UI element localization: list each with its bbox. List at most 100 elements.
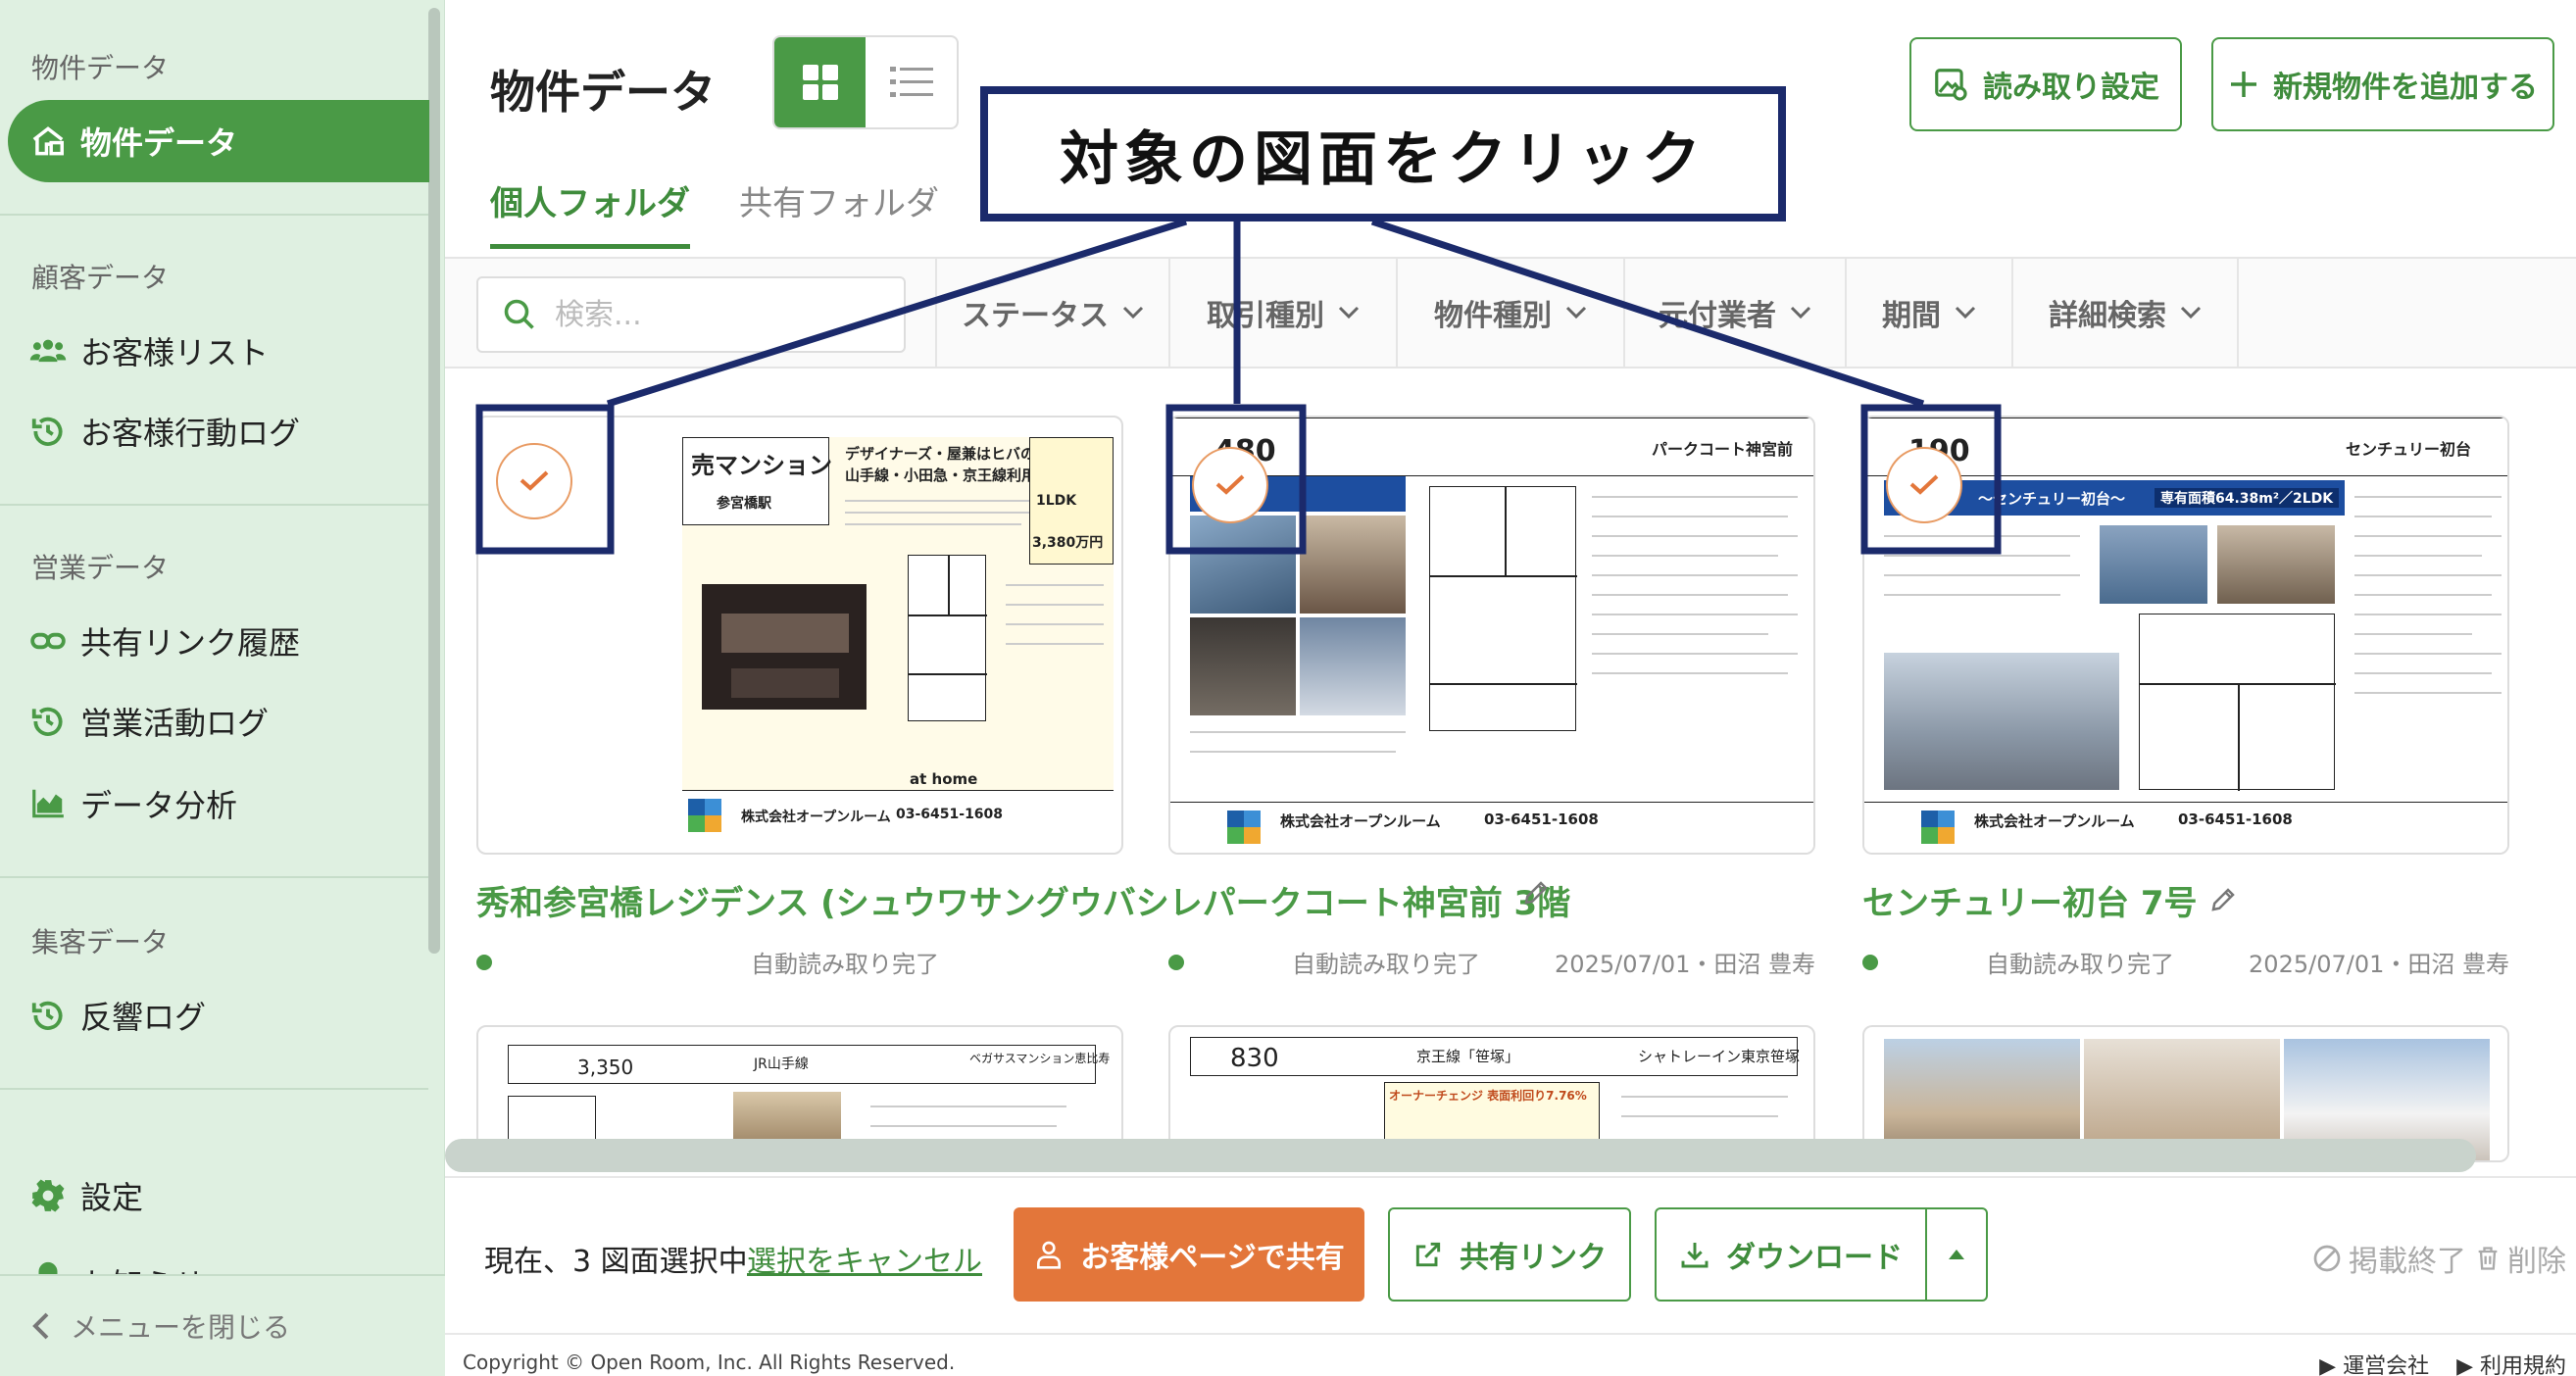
sidebar-item-label: 営業活動ログ (80, 705, 270, 742)
flyer-text-line (1592, 614, 1798, 615)
select-checkbox[interactable] (1886, 447, 1962, 523)
history-icon (31, 707, 63, 736)
read-settings-button[interactable]: 読み取り設定 (1909, 37, 2182, 131)
image-settings-icon (1935, 69, 1967, 101)
sidebar-item-notice[interactable]: お知らせ (29, 1243, 205, 1274)
sidebar-item-label: 反響ログ (80, 999, 207, 1036)
flyer-company: 株式会社オープンルーム (1974, 812, 2135, 830)
flyer-company: 株式会社オープンルーム (1280, 812, 1441, 830)
area-chart-icon (32, 789, 64, 818)
sidebar-item-sales-log[interactable]: 営業活動ログ (29, 690, 269, 753)
filter-label: 詳細検索 (2049, 299, 2166, 333)
sidebar-item-share-link-history[interactable]: 共有リンク履歴 (29, 610, 300, 672)
status-dot (1168, 955, 1184, 970)
divider (0, 504, 428, 506)
flyer-text-line (1592, 594, 1788, 596)
download-button[interactable]: ダウンロード (1655, 1207, 1927, 1302)
flyer-price: 3,380万円 (1032, 535, 1104, 551)
filter-advanced-search[interactable]: 詳細検索 (2011, 259, 2239, 367)
sidebar-item-property-data[interactable]: 物件データ (8, 100, 429, 182)
cancel-selection-link[interactable]: 選択をキャンセル (747, 1237, 982, 1280)
flyer-text-line (1884, 535, 2080, 537)
read-settings-label: 読み取り設定 (1983, 71, 2159, 105)
flyer-brand: at home (910, 770, 978, 788)
flyer-name: ベガサスマンション恵比寿 (969, 1052, 1111, 1065)
search-input[interactable] (555, 297, 849, 332)
home-icon (32, 126, 64, 156)
ban-icon (2313, 1245, 2341, 1272)
company-logo (688, 799, 721, 832)
flyer-text-line (1592, 555, 1778, 557)
filter-label: 元付業者 (1659, 299, 1776, 333)
sidebar-item-settings[interactable]: 設定 (29, 1164, 143, 1227)
property-thumbnail[interactable]: 売マンション 参宮橋駅 デザイナーズ・屋兼はヒバの木 山手線・小田急・京王線利用… (476, 416, 1123, 855)
section-title-property: 物件データ (31, 52, 170, 84)
flyer-price: 3,350 (577, 1056, 634, 1079)
divider (0, 876, 428, 878)
sidebar-item-label: データ分析 (80, 787, 238, 824)
read-status: 自動読み取り完了 (1292, 951, 1480, 978)
select-checkbox[interactable] (1192, 447, 1268, 523)
sidebar-item-customer-log[interactable]: お客様行動ログ (29, 400, 300, 463)
share-customer-label: お客様ページで共有 (1080, 1241, 1345, 1275)
delete-label: 削除 (2507, 1245, 2566, 1279)
horizontal-scrollbar[interactable] (445, 1139, 2476, 1172)
link-icon (30, 632, 66, 650)
flyer-text-line (870, 1106, 1066, 1107)
section-title-marketing: 集客データ (31, 926, 170, 958)
share-link-button[interactable]: 共有リンク (1388, 1207, 1631, 1302)
tab-personal-folder[interactable]: 個人フォルダ (490, 176, 690, 249)
sidebar-scrollbar[interactable] (428, 8, 440, 954)
chevron-down-icon (1565, 306, 1587, 319)
filter-property-type[interactable]: 物件種別 (1396, 259, 1623, 367)
sidebar: 物件データ 物件データ 顧客データ お客様リスト お客様行動ログ 営業データ 共… (0, 0, 445, 1376)
chevron-down-icon (1122, 306, 1144, 319)
pencil-icon[interactable] (2208, 885, 2238, 914)
list-view-button[interactable] (866, 37, 957, 127)
flyer-phone: 03-6451-1608 (2178, 811, 2293, 828)
flyer-text-line (845, 512, 1031, 514)
user-icon (1037, 1241, 1062, 1269)
share-customer-page-button[interactable]: お客様ページで共有 (1014, 1207, 1364, 1302)
delete-button[interactable]: 削除 (2474, 1237, 2566, 1280)
filter-status[interactable]: ステータス (935, 259, 1168, 367)
sidebar-item-response-log[interactable]: 反響ログ (29, 984, 206, 1047)
tab-shared-folder[interactable]: 共有フォルダ (739, 176, 939, 249)
footer-links: ▶ 運営会社 ▶ 利用規約 (2319, 1349, 2566, 1376)
flyer-header: 190 センチュリー初台 (1864, 418, 2507, 476)
pencil-icon[interactable] (1521, 878, 1551, 908)
flyer-text-line (1006, 623, 1104, 625)
history-icon (31, 417, 63, 446)
flyer-text-line (2354, 555, 2482, 557)
selection-count: 現在、3 図面選択中 (484, 1245, 748, 1279)
divider (0, 214, 428, 216)
filter-listing-agent[interactable]: 元付業者 (1623, 259, 1845, 367)
flyer-text-line (1621, 1115, 1778, 1117)
view-toggle (772, 35, 959, 129)
download-options-button[interactable] (1925, 1207, 1988, 1302)
plus-icon (2231, 72, 2256, 97)
select-checkbox[interactable] (496, 443, 572, 519)
sidebar-item-customer-list[interactable]: お客様リスト (29, 319, 269, 382)
company-link[interactable]: ▶ 運営会社 (2319, 1349, 2429, 1376)
filter-transaction-type[interactable]: 取引種別 (1168, 259, 1396, 367)
search-box (476, 276, 906, 353)
sidebar-item-analytics[interactable]: データ分析 (29, 772, 237, 835)
terms-link[interactable]: ▶ 利用規約 (2456, 1349, 2566, 1376)
flyer-layout: 1LDK (1036, 493, 1077, 509)
flyer-name: シャトレーイン東京笹塚 (1638, 1048, 1801, 1065)
chevron-down-icon (1955, 306, 1976, 319)
grid-view-button[interactable] (774, 37, 866, 127)
updated-date: 2025/07/01・田沼 豊寿 (1555, 951, 1815, 978)
flyer-text-line (870, 1125, 1057, 1127)
close-menu-button[interactable]: メニューを閉じる (0, 1274, 445, 1376)
end-listing-button[interactable]: 掲載終了 (2311, 1237, 2466, 1280)
property-title[interactable]: センチュリー初台 7号 (1862, 876, 2238, 924)
flyer-photo (1190, 617, 1296, 715)
filter-period[interactable]: 期間 (1845, 259, 2011, 367)
status-dot (476, 955, 492, 970)
property-meta: 自動読み取り完了 2025/07/01・田沼 豊寿 (1862, 945, 2509, 980)
sidebar-item-label: 共有リンク履歴 (80, 624, 301, 662)
property-title[interactable]: 秀和参宮橋レジデンス (シュウワサングウバシレパークコート神宮前 3階 (476, 876, 1829, 924)
add-property-button[interactable]: 新規物件を追加する (2211, 37, 2554, 131)
